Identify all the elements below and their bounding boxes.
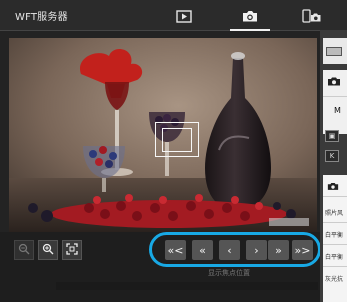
- k-setting[interactable]: K: [325, 150, 339, 162]
- divider: [323, 222, 347, 223]
- move-left-fast-button[interactable]: «: [192, 240, 213, 260]
- fit-frame-button[interactable]: [62, 240, 82, 260]
- nav-label: ‹: [227, 243, 232, 257]
- divider: [323, 96, 347, 97]
- move-right-fast-button[interactable]: »: [268, 240, 289, 260]
- flicker-label[interactable]: 灰光抗: [325, 274, 343, 283]
- battery-icon: [326, 47, 342, 56]
- zoom-in-icon: [42, 243, 54, 258]
- phone-camera-icon: [302, 9, 321, 23]
- divider: [323, 266, 347, 267]
- zoom-out-button[interactable]: [14, 240, 34, 260]
- camera-icon: [243, 11, 257, 22]
- white-balance-label[interactable]: 白平衡: [325, 230, 343, 239]
- tab-playback[interactable]: [162, 4, 206, 28]
- play-icon: [176, 9, 192, 23]
- zoom-in-button[interactable]: [38, 240, 58, 260]
- focus-frame[interactable]: [155, 122, 199, 157]
- move-far-right-button[interactable]: »>: [292, 240, 313, 260]
- info-bar: [56, 282, 318, 290]
- settings-panel: M ▣ K 照片风 白平衡 白平衡 灰光抗: [320, 30, 347, 302]
- divider: [323, 244, 347, 245]
- focus-frame-inner: [162, 128, 192, 152]
- mode-letter: M: [334, 106, 341, 115]
- focus-position-hint: 显示焦点位置: [208, 269, 250, 277]
- tab-remote-shooting[interactable]: [228, 4, 272, 31]
- app-title: WFT服务器: [15, 12, 68, 23]
- move-left-button[interactable]: ‹: [219, 240, 240, 260]
- k-label: K: [329, 152, 335, 160]
- image-quality-icon[interactable]: ▣: [325, 130, 339, 142]
- camera-icon: [327, 183, 339, 190]
- title-bar: WFT服务器: [0, 0, 347, 31]
- nav-label: «<: [167, 243, 184, 257]
- nav-label: »>: [294, 243, 311, 257]
- white-balance-shift-label[interactable]: 白平衡: [325, 252, 343, 261]
- fit-frame-icon: [66, 242, 78, 258]
- live-view-image[interactable]: [9, 38, 317, 232]
- move-right-button[interactable]: ›: [246, 240, 267, 260]
- zoom-out-icon: [18, 243, 30, 258]
- app-window: WFT服务器 «< « ‹ › » »> 显示焦点位置 M ▣ K 照片风 白平…: [0, 0, 347, 302]
- nav-label: »: [275, 243, 282, 257]
- move-far-left-button[interactable]: «<: [165, 240, 186, 260]
- camera-icon: [328, 77, 340, 86]
- divider: [323, 196, 347, 197]
- nav-label: ›: [254, 243, 259, 257]
- nav-label: «: [199, 243, 206, 257]
- tab-device[interactable]: [290, 4, 334, 28]
- picture-style-label[interactable]: 照片风: [325, 208, 343, 217]
